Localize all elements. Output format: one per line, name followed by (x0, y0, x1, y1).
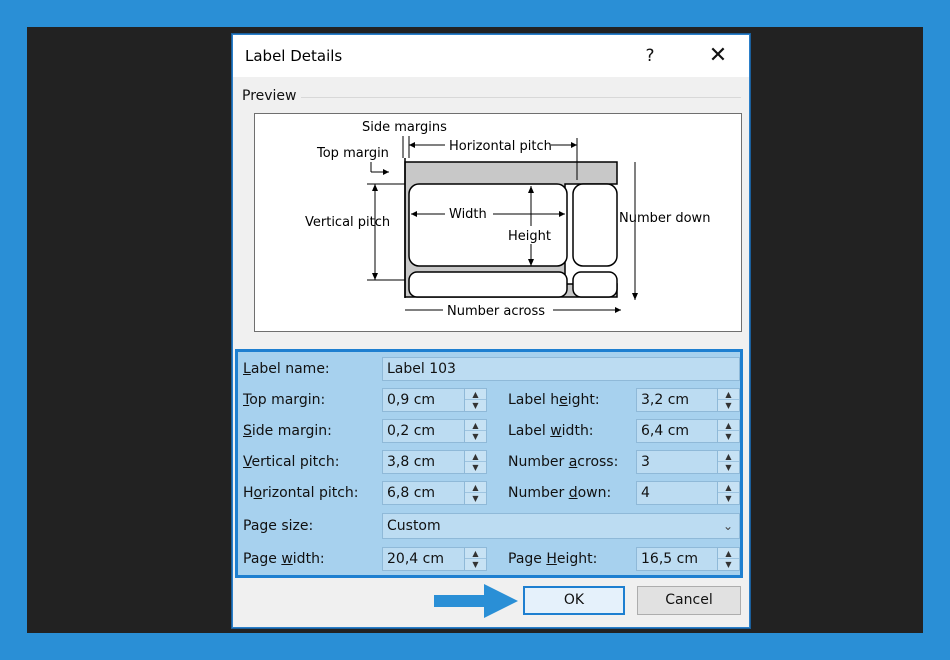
horizontal-pitch-text: Horizontal pitch (449, 139, 552, 154)
spin-up-icon[interactable]: ▲ (718, 548, 739, 559)
horizontal-pitch-label: Horizontal pitch: (243, 485, 359, 501)
number-down-stepper[interactable]: 4 ▲ ▼ (636, 481, 740, 505)
spin-down-icon[interactable]: ▼ (718, 431, 739, 442)
label-width-spinner[interactable]: ▲ ▼ (717, 420, 739, 442)
page-height-spinner[interactable]: ▲ ▼ (717, 548, 739, 570)
spin-down-icon[interactable]: ▼ (718, 400, 739, 411)
page-height-value: 16,5 cm (641, 551, 698, 567)
label-name-label: Label name: (243, 361, 330, 377)
spin-down-icon[interactable]: ▼ (718, 559, 739, 570)
page-height-label: Page Height: (508, 551, 598, 567)
spin-down-icon[interactable]: ▼ (465, 493, 486, 504)
preview-group-label: Preview (242, 88, 301, 104)
spin-up-icon[interactable]: ▲ (718, 482, 739, 493)
label-preview-diagram: Side margins Horizontal pitch Top margin… (254, 113, 742, 332)
vertical-pitch-spinner[interactable]: ▲ ▼ (464, 451, 486, 473)
vertical-pitch-label: Vertical pitch: (243, 454, 340, 470)
number-across-spinner[interactable]: ▲ ▼ (717, 451, 739, 473)
number-down-text: Number down (619, 211, 710, 226)
label-height-value: 3,2 cm (641, 392, 690, 408)
side-margin-label: Side margin: (243, 423, 332, 439)
horizontal-pitch-spinner[interactable]: ▲ ▼ (464, 482, 486, 504)
horizontal-pitch-value: 6,8 cm (387, 485, 436, 501)
dialog-title: Label Details (245, 47, 343, 65)
horizontal-pitch-stepper[interactable]: 6,8 cm ▲ ▼ (382, 481, 487, 505)
title-bar: Label Details ? ✕ (233, 35, 749, 77)
top-margin-label: Top margin: (243, 392, 326, 408)
label-cell-main (408, 183, 568, 267)
spin-up-icon[interactable]: ▲ (718, 420, 739, 431)
chevron-down-icon[interactable]: ⌄ (717, 514, 739, 538)
number-across-value: 3 (641, 454, 650, 470)
label-cell-corner (572, 271, 618, 298)
side-margin-value: 0,2 cm (387, 423, 436, 439)
label-height-spinner[interactable]: ▲ ▼ (717, 389, 739, 411)
vertical-pitch-value: 3,8 cm (387, 454, 436, 470)
vertical-pitch-text: Vertical pitch (305, 215, 390, 230)
page-height-stepper[interactable]: 16,5 cm ▲ ▼ (636, 547, 740, 571)
page-size-select[interactable]: Custom ⌄ (382, 513, 740, 539)
help-button[interactable]: ? (637, 43, 663, 69)
top-margin-stepper[interactable]: 0,9 cm ▲ ▼ (382, 388, 487, 412)
spin-up-icon[interactable]: ▲ (465, 548, 486, 559)
number-across-text: Number across (447, 304, 545, 319)
spin-up-icon[interactable]: ▲ (465, 451, 486, 462)
label-height-label: Label height: (508, 392, 600, 408)
spin-down-icon[interactable]: ▼ (465, 431, 486, 442)
spin-up-icon[interactable]: ▲ (718, 389, 739, 400)
close-button[interactable]: ✕ (701, 41, 735, 71)
top-margin-text: Top margin (316, 146, 389, 161)
page-size-label: Page size: (243, 518, 314, 534)
side-margin-spinner[interactable]: ▲ ▼ (464, 420, 486, 442)
label-cell-right (572, 183, 618, 267)
spin-up-icon[interactable]: ▲ (465, 482, 486, 493)
group-divider (301, 97, 741, 98)
label-height-stepper[interactable]: 3,2 cm ▲ ▼ (636, 388, 740, 412)
top-margin-spinner[interactable]: ▲ ▼ (464, 389, 486, 411)
page-width-spinner[interactable]: ▲ ▼ (464, 548, 486, 570)
width-text: Width (449, 207, 487, 222)
height-text: Height (508, 229, 551, 244)
side-margin-stepper[interactable]: 0,2 cm ▲ ▼ (382, 419, 487, 443)
page-size-value: Custom (387, 518, 441, 534)
highlighted-form-panel: Label name: Label 103 Top margin: 0,9 cm… (235, 349, 743, 578)
label-width-value: 6,4 cm (641, 423, 690, 439)
top-margin-value: 0,9 cm (387, 392, 436, 408)
spin-down-icon[interactable]: ▼ (465, 400, 486, 411)
spin-up-icon[interactable]: ▲ (465, 420, 486, 431)
label-name-input[interactable]: Label 103 (382, 357, 740, 381)
number-across-label: Number across: (508, 454, 619, 470)
spin-up-icon[interactable]: ▲ (465, 389, 486, 400)
spin-down-icon[interactable]: ▼ (718, 493, 739, 504)
page-width-stepper[interactable]: 20,4 cm ▲ ▼ (382, 547, 487, 571)
number-down-value: 4 (641, 485, 650, 501)
label-width-stepper[interactable]: 6,4 cm ▲ ▼ (636, 419, 740, 443)
page-width-label: Page width: (243, 551, 325, 567)
page-width-value: 20,4 cm (387, 551, 444, 567)
vertical-pitch-stepper[interactable]: 3,8 cm ▲ ▼ (382, 450, 487, 474)
label-details-dialog: Label Details ? ✕ Preview Side margins H… (232, 34, 750, 628)
ok-button[interactable]: OK (523, 586, 625, 615)
number-down-spinner[interactable]: ▲ ▼ (717, 482, 739, 504)
cancel-button[interactable]: Cancel (637, 586, 741, 615)
number-down-label: Number down: (508, 485, 612, 501)
label-name-value: Label 103 (387, 361, 456, 377)
side-margins-text: Side margins (362, 120, 447, 135)
pointer-arrow-icon (434, 584, 518, 618)
number-across-stepper[interactable]: 3 ▲ ▼ (636, 450, 740, 474)
spin-up-icon[interactable]: ▲ (718, 451, 739, 462)
spin-down-icon[interactable]: ▼ (465, 462, 486, 473)
spin-down-icon[interactable]: ▼ (718, 462, 739, 473)
label-cell-lower (408, 271, 568, 298)
label-width-label: Label width: (508, 423, 594, 439)
spin-down-icon[interactable]: ▼ (465, 559, 486, 570)
